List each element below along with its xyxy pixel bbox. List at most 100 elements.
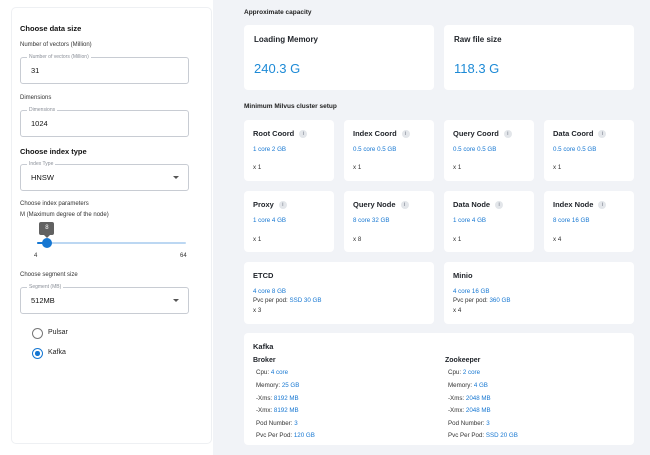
info-icon[interactable]: i (400, 200, 409, 209)
node-card-data-node: Data Node i 1 core 4 GB x 1 (444, 191, 534, 252)
index-params-label: Choose index parameters (20, 201, 89, 207)
row-label: Cpu: (448, 369, 462, 376)
dimensions-value: 1024 (31, 119, 48, 128)
node-count: x 1 (353, 164, 362, 171)
raw-file-size-card: Raw file size 118.3 G (444, 25, 634, 90)
index-type-select[interactable]: Index Type HNSW (20, 161, 189, 191)
node-card-index-node: Index Node i 8 core 16 GB x 4 (544, 191, 634, 252)
row-label: Pvc Per Pod: (256, 432, 293, 439)
kafka-title: Kafka (253, 342, 274, 351)
zookeeper-title: Zookeeper (445, 357, 481, 364)
m-slider-track[interactable] (37, 242, 186, 244)
row-label: -Xms: (256, 395, 273, 402)
zookeeper-row: Memory: 4 GB (448, 382, 488, 389)
zookeeper-row: -Xms: 2048 MB (448, 395, 491, 402)
node-spec: 1 core 2 GB (253, 146, 287, 153)
node-spec: 0.5 core 0.5 GB (553, 146, 597, 153)
broker-row: Pod Number: 3 (256, 420, 298, 427)
etcd-count: x 3 (253, 307, 262, 314)
info-icon[interactable]: i (598, 129, 607, 138)
zookeeper-row: Cpu: 2 core (448, 369, 480, 376)
row-value: 25 GB (281, 382, 300, 389)
node-spec: 0.5 core 0.5 GB (353, 146, 397, 153)
m-slider-thumb[interactable] (41, 238, 52, 248)
dimensions-legend: Dimensions (27, 107, 58, 114)
m-slider-tooltip: 8 (39, 222, 55, 238)
node-name: Query Node (353, 200, 396, 209)
row-value: SSD 20 GB (485, 432, 518, 439)
node-name: Index Node (553, 200, 594, 209)
index-type-legend: Index Type (27, 161, 56, 168)
node-spec: 1 core 4 GB (453, 217, 487, 224)
node-name: Proxy (253, 200, 274, 209)
node-name: Data Coord (553, 129, 594, 138)
raw-file-size-name: Raw file size (454, 35, 502, 44)
node-count: x 1 (453, 236, 462, 243)
dimensions-input[interactable]: Dimensions 1024 (20, 107, 189, 137)
row-value: 2 core (462, 369, 481, 376)
node-count: x 1 (253, 164, 262, 171)
broker-row: Cpu: 4 core (256, 369, 288, 376)
broker-row: -Xmx: 8192 MB (256, 407, 299, 414)
minio-pvc: Pvc per pod: 360 GB (453, 297, 510, 304)
row-value: 3 (486, 420, 490, 427)
node-count: x 8 (353, 236, 362, 243)
capacity-title: Approximate capacity (244, 9, 312, 16)
node-name: Root Coord (253, 129, 295, 138)
kafka-card: Kafka (244, 333, 634, 445)
node-spec: 1 core 4 GB (253, 217, 287, 224)
segment-value: 512MB (31, 296, 55, 305)
segment-legend: Segment (MB) (27, 284, 64, 291)
node-spec: 8 core 32 GB (353, 217, 390, 224)
m-max-label: 64 (180, 253, 187, 259)
broker-title: Broker (253, 357, 276, 364)
zookeeper-row: -Xmx: 2048 MB (448, 407, 491, 414)
info-icon[interactable]: i (598, 200, 607, 209)
segment-select[interactable]: Segment (MB) 512MB (20, 284, 189, 314)
etcd-pvc-value: SSD 30 GB (289, 297, 322, 304)
row-value: 2048 MB (465, 395, 491, 402)
row-label: -Xmx: (256, 407, 273, 414)
node-name: Data Node (453, 200, 491, 209)
cluster-title: Minimum Milvus cluster setup (244, 103, 337, 110)
radio-pulsar[interactable] (32, 328, 43, 339)
info-icon[interactable]: i (495, 200, 504, 209)
etcd-card: ETCD 4 core 8 GB Pvc per pod: SSD 30 GB … (244, 262, 434, 324)
node-card-query-coord: Query Coord i 0.5 core 0.5 GB x 1 (444, 120, 534, 181)
node-count: x 4 (553, 236, 562, 243)
etcd-pvc: Pvc per pod: SSD 30 GB (253, 297, 321, 304)
row-label: Pod Number: (256, 420, 293, 427)
row-value: 3 (294, 420, 298, 427)
row-value: 8192 MB (273, 407, 299, 414)
radio-kafka[interactable] (32, 348, 43, 359)
row-value: 120 GB (293, 432, 315, 439)
vectors-input[interactable]: Number of vectors (Million) 31 (20, 54, 189, 84)
loading-memory-value: 240.3 G (254, 61, 301, 76)
info-icon[interactable]: i (299, 129, 308, 138)
broker-row: Memory: 25 GB (256, 382, 299, 389)
node-count: x 1 (253, 236, 262, 243)
radio-label-kafka: Kafka (48, 349, 66, 356)
row-label: -Xms: (448, 395, 465, 402)
info-icon[interactable]: i (503, 129, 512, 138)
node-card-proxy: Proxy i 1 core 4 GB x 1 (244, 191, 334, 252)
info-icon[interactable]: i (401, 129, 410, 138)
minio-pvc-value: 360 GB (489, 297, 511, 304)
etcd-name: ETCD (253, 271, 274, 280)
row-label: Pod Number: (448, 420, 485, 427)
row-label: Cpu: (256, 369, 270, 376)
etcd-pvc-label: Pvc per pod: (253, 297, 288, 304)
minio-name: Minio (453, 271, 473, 280)
segment-label: Choose segment size (20, 272, 78, 278)
minio-count: x 4 (453, 307, 462, 314)
node-name: Index Coord (353, 129, 397, 138)
row-label: Memory: (448, 382, 473, 389)
info-icon[interactable]: i (278, 200, 287, 209)
vectors-label: Number of vectors (Million) (20, 42, 92, 48)
m-label: M (Maximum degree of the node) (20, 212, 109, 218)
node-card-index-coord: Index Coord i 0.5 core 0.5 GB x 1 (344, 120, 434, 181)
node-spec: 8 core 16 GB (553, 217, 590, 224)
data-size-title: Choose data size (20, 24, 82, 33)
node-spec: 0.5 core 0.5 GB (453, 146, 497, 153)
vectors-value: 31 (31, 66, 40, 75)
